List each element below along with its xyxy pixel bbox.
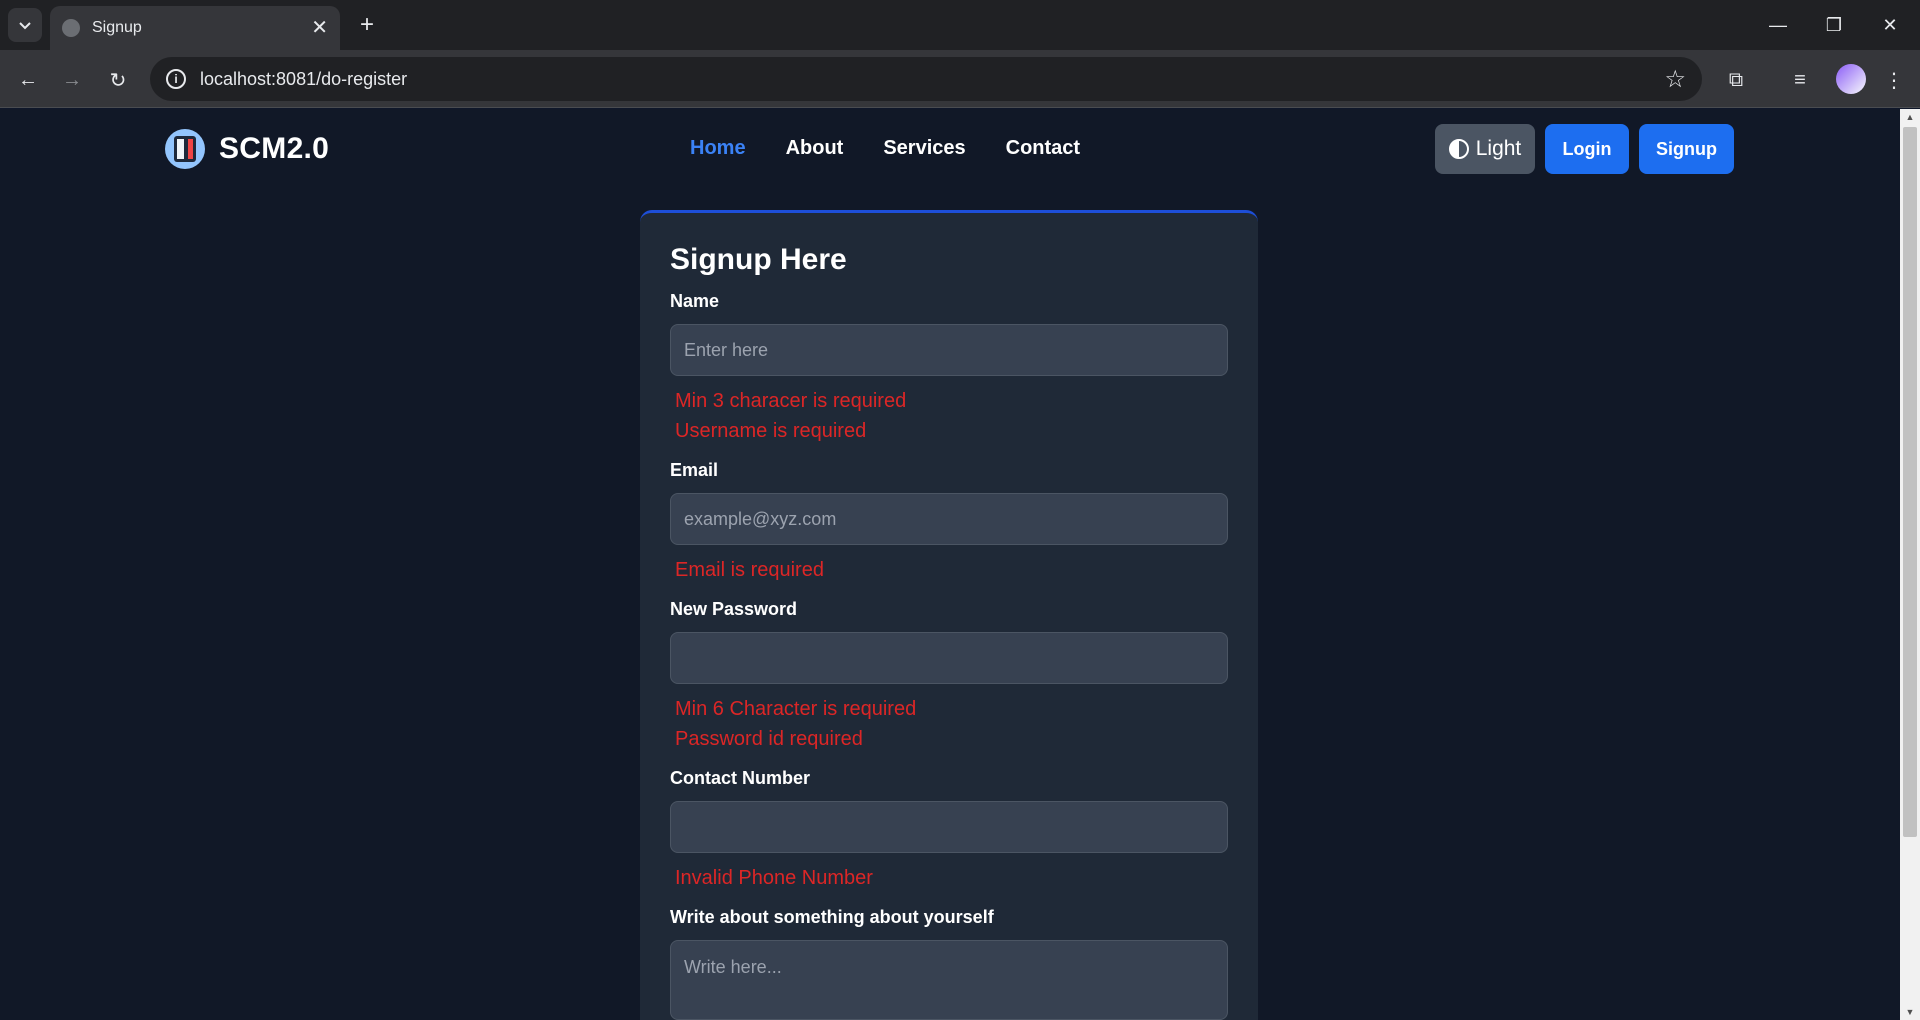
browser-tab-strip: Signup ✕ + — ❐ ✕ [0,0,1920,50]
page-content: SCM2.0 Home About Services Contact Light… [0,109,1900,1020]
error-message: Email is required [675,559,824,581]
nav-link-home[interactable]: Home [690,137,746,160]
restore-button[interactable]: ❐ [1806,6,1862,44]
scroll-up-icon[interactable]: ▲ [1900,109,1920,125]
close-window-button[interactable]: ✕ [1862,6,1918,44]
email-label: Email [670,460,719,480]
password-input[interactable] [670,632,1228,684]
about-label: Write about something about yourself [670,907,994,927]
contact-errors: Invalid Phone Number [670,853,1228,893]
extensions-icon[interactable]: ⧉ [1718,62,1754,98]
name-errors: Min 3 characer is required Username is r… [670,376,1228,446]
signup-card: Signup Here Name Enter here Min 3 charac… [640,210,1258,1020]
chevron-down-icon [19,22,31,30]
tab-title: Signup [92,19,142,36]
tab-search-button[interactable] [8,8,42,42]
profile-avatar[interactable] [1836,64,1866,94]
scrollbar-thumb[interactable] [1903,127,1917,837]
back-icon[interactable]: ← [10,62,46,98]
error-message: Min 3 characer is required [675,390,907,412]
password-errors: Min 6 Character is required Password id … [670,684,1228,754]
forward-icon[interactable]: → [54,62,90,98]
login-button[interactable]: Login [1545,124,1629,174]
signup-button[interactable]: Signup [1639,124,1734,174]
nav-link-about[interactable]: About [786,137,844,160]
minimize-button[interactable]: — [1750,6,1806,44]
error-message: Password id required [675,728,863,750]
email-input[interactable]: example@xyz.com [670,493,1228,545]
reload-icon[interactable]: ↻ [100,62,136,98]
browser-tab[interactable]: Signup ✕ [50,6,340,50]
name-input[interactable]: Enter here [670,324,1228,376]
bookmark-star-icon[interactable]: ☆ [1664,65,1686,94]
globe-icon [62,19,80,37]
contact-label: Contact Number [670,768,811,788]
url-text: localhost:8081/do-register [200,68,408,89]
contact-input[interactable] [670,801,1228,853]
nav-links: Home About Services Contact [690,137,1120,160]
email-errors: Email is required [670,545,1228,585]
close-tab-icon[interactable]: ✕ [311,18,328,38]
menu-icon[interactable]: ⋮ [1876,62,1912,98]
new-tab-button[interactable]: + [352,10,382,40]
contrast-icon [1448,139,1469,159]
password-label: New Password [670,599,798,619]
brand[interactable]: SCM2.0 [165,129,329,169]
page-scrollbar[interactable]: ▲ ▼ [1900,109,1920,1020]
error-message: Min 6 Character is required [675,698,917,720]
address-bar[interactable]: i localhost:8081/do-register ☆ [150,57,1702,101]
nav-link-services[interactable]: Services [883,137,965,160]
theme-toggle-label: Light [1475,137,1522,160]
name-label: Name [670,291,720,311]
form-title: Signup Here [670,243,847,276]
about-textarea[interactable]: Write here... [670,940,1228,1020]
media-control-icon[interactable]: ≡ [1782,62,1818,98]
brand-name: SCM2.0 [219,132,330,165]
site-navbar: SCM2.0 Home About Services Contact Light… [0,109,1900,189]
browser-toolbar: ← → ↻ i localhost:8081/do-register ☆ ⧉ ≡… [0,50,1920,108]
nav-link-contact[interactable]: Contact [1006,137,1080,160]
site-info-icon[interactable]: i [166,69,186,89]
logo-icon [165,129,205,169]
error-message: Invalid Phone Number [675,867,873,889]
theme-toggle-button[interactable]: Light [1435,124,1535,174]
error-message: Username is required [675,420,867,442]
scroll-down-icon[interactable]: ▼ [1900,1004,1920,1020]
